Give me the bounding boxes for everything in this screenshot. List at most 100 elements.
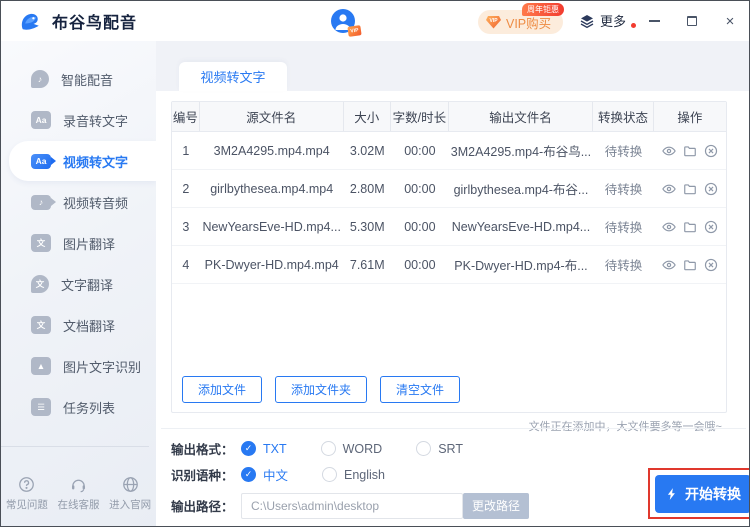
sidebar-footer: 常见问题 在线客服 进入官网 (1, 476, 156, 512)
sidebar-divider (1, 446, 149, 447)
open-folder-icon[interactable] (683, 258, 697, 272)
table-row: 1 3M2A4295.mp4.mp4 3.02M 00:00 3M2A4295.… (172, 132, 726, 170)
sidebar-item-video-to-audio[interactable]: ♪ 视频转音频 (1, 182, 156, 222)
cell-output: PK-Dwyer-HD.mp4-布... (449, 246, 593, 283)
minimize-button[interactable] (647, 14, 661, 28)
sidebar: ♪ 智能配音 Aa 录音转文字 Aa 视频转文字 ♪ 视频转音频 文 图片翻译 … (1, 41, 156, 527)
output-path-input[interactable] (241, 493, 463, 519)
adding-files-hint: 文件正在添加中，大文件要多等一会哦~ (529, 418, 722, 434)
radio-checked-icon: ✓ (241, 441, 256, 456)
mic-bubble-icon: ♪ (31, 70, 49, 88)
preview-icon[interactable] (662, 258, 676, 272)
sidebar-item-video-to-text[interactable]: Aa 视频转文字 (9, 141, 156, 181)
add-folder-button[interactable]: 添加文件夹 (275, 376, 367, 403)
preview-icon[interactable] (662, 220, 676, 234)
bird-logo-icon (17, 8, 43, 34)
app-window: 布谷鸟配音 VIP VIP VIP购买 周年钜惠 更多 (0, 0, 750, 527)
cell-size: 3.02M (344, 132, 391, 169)
cell-size: 5.30M (344, 208, 391, 245)
header-source: 源文件名 (200, 102, 344, 131)
online-service-button[interactable]: 在线客服 (53, 476, 103, 512)
header-output: 输出文件名 (449, 102, 593, 131)
preview-icon[interactable] (662, 182, 676, 196)
output-format-label: 输出格式： (171, 439, 241, 458)
sidebar-item-image-ocr[interactable]: ▲ 图片文字识别 (1, 346, 156, 386)
cell-no: 4 (172, 246, 200, 283)
cell-output: 3M2A4295.mp4-布谷鸟... (449, 132, 593, 169)
format-option-txt[interactable]: ✓ TXT (241, 441, 287, 456)
sidebar-item-audio-to-text[interactable]: Aa 录音转文字 (1, 100, 156, 140)
delete-icon[interactable] (704, 182, 718, 196)
status-badge: 待转换 (593, 170, 654, 207)
sidebar-item-image-translate[interactable]: 文 图片翻译 (1, 223, 156, 263)
delete-icon[interactable] (704, 144, 718, 158)
faq-button[interactable]: 常见问题 (2, 476, 52, 512)
maximize-button[interactable] (685, 14, 699, 28)
cell-source: NewYearsEve-HD.mp4... (200, 208, 344, 245)
cell-source: girlbythesea.mp4.mp4 (200, 170, 344, 207)
format-option-label: WORD (343, 442, 383, 456)
open-folder-icon[interactable] (683, 220, 697, 234)
sidebar-item-label: 图片文字识别 (63, 357, 141, 376)
close-button[interactable]: × (723, 14, 737, 28)
format-option-word[interactable]: WORD (321, 441, 383, 456)
start-button-highlight: 开始转换 (648, 468, 750, 519)
more-menu-button[interactable]: 更多 (579, 11, 636, 30)
cell-size: 7.61M (344, 246, 391, 283)
sidebar-item-label: 视频转音频 (63, 193, 128, 212)
radio-unchecked-icon (416, 441, 431, 456)
sidebar-item-smart-dubbing[interactable]: ♪ 智能配音 (1, 59, 156, 99)
row-actions (654, 246, 726, 283)
sidebar-item-text-translate[interactable]: 文 文字翻译 (1, 264, 156, 304)
header-status: 转换状态 (593, 102, 654, 131)
table-row: 4 PK-Dwyer-HD.mp4.mp4 7.61M 00:00 PK-Dwy… (172, 246, 726, 284)
sidebar-item-label: 图片翻译 (63, 234, 115, 253)
sidebar-item-label: 文档翻译 (63, 316, 115, 335)
change-path-button[interactable]: 更改路径 (463, 493, 529, 519)
cell-duration: 00:00 (391, 208, 449, 245)
sidebar-item-label: 文字翻译 (61, 275, 113, 294)
cell-duration: 00:00 (391, 132, 449, 169)
doc-translate-icon: 文 (31, 316, 51, 334)
sidebar-nav: ♪ 智能配音 Aa 录音转文字 Aa 视频转文字 ♪ 视频转音频 文 图片翻译 … (1, 59, 156, 428)
file-action-buttons: 添加文件 添加文件夹 清空文件 (182, 376, 460, 403)
clear-files-button[interactable]: 清空文件 (380, 376, 460, 403)
sidebar-item-doc-translate[interactable]: 文 文档翻译 (1, 305, 156, 345)
status-badge: 待转换 (593, 132, 654, 169)
sidebar-item-task-list[interactable]: ☰ 任务列表 (1, 387, 156, 427)
format-option-label: SRT (438, 442, 463, 456)
format-option-srt[interactable]: SRT (416, 441, 463, 456)
question-icon (18, 476, 35, 493)
official-site-button[interactable]: 进入官网 (105, 476, 155, 512)
website-icon (122, 476, 139, 493)
main-content: 视频转文字 编号 源文件名 大小 字数/时长 输出文件名 转换状态 操作 1 3… (156, 41, 750, 527)
delete-icon[interactable] (704, 220, 718, 234)
sidebar-item-label: 智能配音 (61, 70, 113, 89)
table-row: 3 NewYearsEve-HD.mp4... 5.30M 00:00 NewY… (172, 208, 726, 246)
open-folder-icon[interactable] (683, 182, 697, 196)
header-duration: 字数/时长 (391, 102, 449, 131)
radio-checked-icon: ✓ (241, 467, 256, 482)
format-option-label: TXT (263, 442, 287, 456)
start-conversion-button[interactable]: 开始转换 (655, 475, 750, 513)
cell-no: 3 (172, 208, 200, 245)
maximize-icon (687, 16, 697, 26)
header-no: 编号 (172, 102, 200, 131)
cell-duration: 00:00 (391, 246, 449, 283)
add-file-button[interactable]: 添加文件 (182, 376, 262, 403)
official-site-label: 进入官网 (109, 497, 151, 512)
image-ocr-icon: ▲ (31, 357, 51, 375)
lang-option-english[interactable]: English (322, 467, 385, 482)
text-translate-icon: 文 (31, 275, 49, 293)
radio-unchecked-icon (322, 467, 337, 482)
preview-icon[interactable] (662, 144, 676, 158)
lang-option-chinese[interactable]: ✓ 中文 (241, 465, 288, 484)
more-label: 更多 (600, 11, 626, 30)
open-folder-icon[interactable] (683, 144, 697, 158)
language-label: 识别语种： (171, 465, 241, 484)
online-service-label: 在线客服 (57, 497, 99, 512)
cell-source: 3M2A4295.mp4.mp4 (200, 132, 344, 169)
delete-icon[interactable] (704, 258, 718, 272)
user-avatar[interactable]: VIP (331, 9, 355, 33)
tab-video-to-text[interactable]: 视频转文字 (179, 62, 287, 91)
